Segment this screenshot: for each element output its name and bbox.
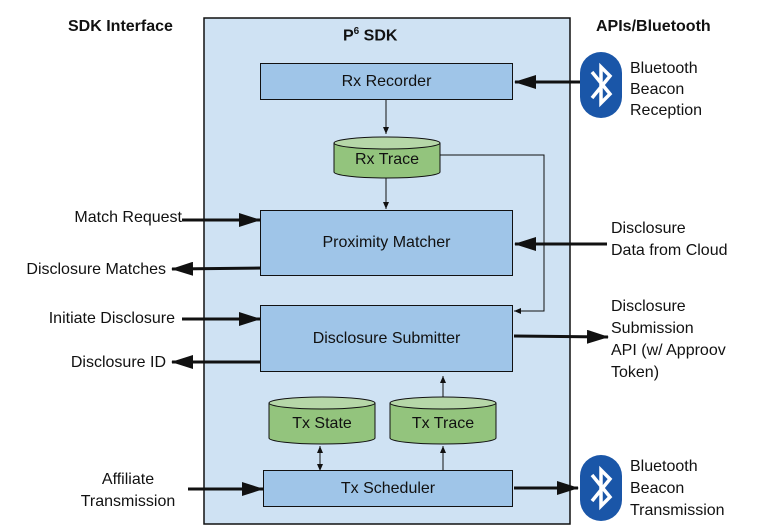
arrow-disclosure-matches <box>171 261 263 276</box>
disclosure-submitter-box: Disclosure Submitter <box>260 305 513 372</box>
submission-line: Token) <box>611 364 660 381</box>
header-apis-bluetooth: APIs/Bluetooth <box>596 18 711 35</box>
transmission-line: Bluetooth <box>630 458 698 475</box>
reception-line: Bluetooth <box>630 60 698 77</box>
submission-line: API (w/ Approov <box>611 342 726 359</box>
match-request-label: Match Request <box>74 209 182 226</box>
disclosure-id-label: Disclosure ID <box>70 354 166 371</box>
disclosure-submission-api-label: Disclosure Submission API (w/ Approov To… <box>611 296 726 384</box>
affiliate-line2: Transmission <box>80 493 176 510</box>
transmission-line: Beacon <box>630 480 685 497</box>
bluetooth-reception-label: Bluetooth Beacon Reception <box>630 58 702 121</box>
header-p6-sdk: P6 SDK <box>343 26 397 45</box>
bluetooth-icon <box>580 52 622 118</box>
disclosure-cloud-label: Disclosure Data from Cloud <box>611 218 728 262</box>
tx-trace-label: Tx Trace <box>411 415 475 432</box>
reception-line: Reception <box>630 102 703 119</box>
bluetooth-transmission-label: Bluetooth Beacon Transmission <box>630 456 725 522</box>
header-p6-suffix: SDK <box>359 27 398 45</box>
tx-state-label: Tx State <box>292 415 352 432</box>
tx-scheduler-box: Tx Scheduler <box>263 470 513 507</box>
arrow-submitter-to-api <box>513 329 609 344</box>
submission-line: Disclosure <box>611 298 686 315</box>
rx-recorder-box: Rx Recorder <box>260 63 513 100</box>
proximity-matcher-box: Proximity Matcher <box>260 210 513 276</box>
transmission-line: Transmission <box>630 502 725 519</box>
disclosure-matches-label: Disclosure Matches <box>26 261 166 278</box>
cloud-line: Disclosure <box>611 220 686 237</box>
cloud-line: Data from Cloud <box>611 242 728 259</box>
header-sdk-interface: SDK Interface <box>68 18 173 35</box>
affiliate-line1: Affiliate <box>101 471 155 488</box>
affiliate-transmission-label: Affiliate Transmission <box>66 470 190 512</box>
rx-trace-label: Rx Trace <box>354 151 419 168</box>
submission-line: Submission <box>611 320 694 337</box>
bluetooth-icon <box>580 455 622 521</box>
reception-line: Beacon <box>630 81 685 98</box>
initiate-disclosure-label: Initiate Disclosure <box>48 310 175 327</box>
header-p6-base: P <box>343 27 354 45</box>
